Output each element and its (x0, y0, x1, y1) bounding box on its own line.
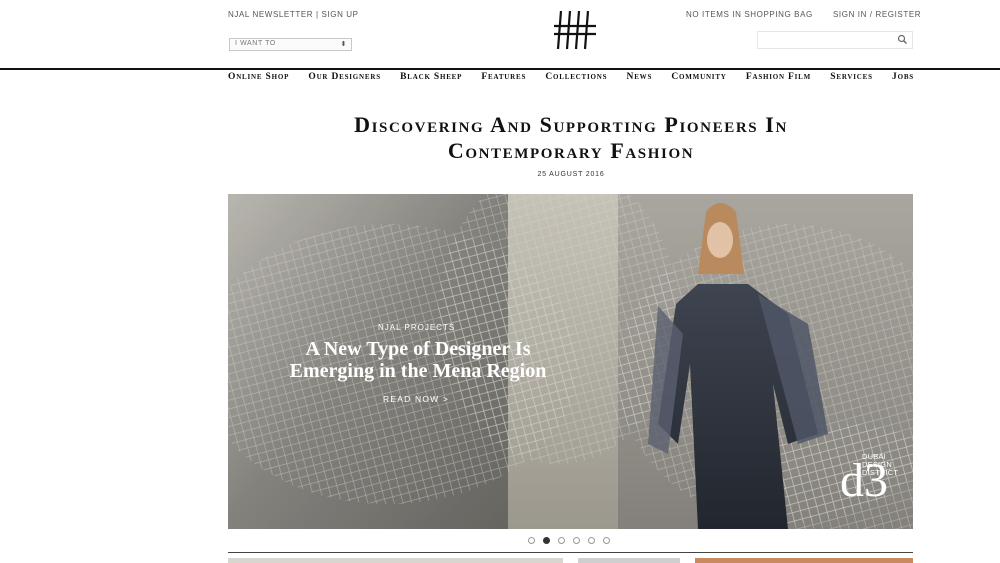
carousel-pagination (528, 537, 610, 544)
page-date: 25 AUGUST 2016 (537, 171, 605, 178)
hero-kicker: NJAL PROJECTS (378, 323, 456, 332)
d3-words: DUBAI DESIGN DISTRICT (862, 453, 898, 477)
signin-register-link[interactable]: SIGN IN / REGISTER (833, 10, 921, 19)
thumbnail-strip-2[interactable] (578, 558, 680, 563)
page-title-line-2: Contemporary Fashion (447, 138, 695, 163)
read-now-link[interactable]: READ NOW > (228, 394, 449, 404)
logo-icon[interactable] (552, 9, 598, 51)
i-want-to-select[interactable]: I WANT TO ⬍ (229, 38, 352, 51)
nav-fashion-film[interactable]: Fashion Film (746, 72, 811, 82)
nav-community[interactable]: Community (671, 72, 726, 82)
search-input[interactable] (757, 31, 913, 49)
hero-slide[interactable]: NJAL PROJECTS A New Type of Designer Is … (228, 194, 913, 529)
hero-title-line-2: Emerging in the Mena Region (289, 360, 547, 382)
carousel-dot[interactable] (558, 537, 565, 544)
nav-collections[interactable]: Collections (545, 72, 607, 82)
select-value: I WANT TO (235, 40, 276, 47)
hero-title-line-1: A New Type of Designer Is (305, 338, 531, 360)
thumbnail-strip-3[interactable] (695, 558, 913, 563)
carousel-dot[interactable] (528, 537, 535, 544)
carousel-dot[interactable] (603, 537, 610, 544)
nav-online-shop[interactable]: Online Shop (228, 72, 289, 82)
carousel-dot[interactable] (588, 537, 595, 544)
nav-our-designers[interactable]: Our Designers (308, 72, 381, 82)
nav-black-sheep[interactable]: Black Sheep (400, 72, 462, 82)
newsletter-link[interactable]: NJAL NEWSLETTER | SIGN UP (228, 10, 359, 19)
select-arrows-icon: ⬍ (340, 41, 347, 48)
section-divider (228, 552, 913, 553)
nav-news[interactable]: News (627, 72, 653, 82)
main-nav: Online Shop Our Designers Black Sheep Fe… (228, 72, 914, 82)
page-title-line-1: Discovering And Supporting Pioneers In (354, 112, 788, 137)
nav-features[interactable]: Features (481, 72, 526, 82)
shopping-bag-status[interactable]: NO ITEMS IN SHOPPING BAG (686, 10, 813, 19)
search-icon[interactable] (897, 34, 908, 45)
d3-word-3: DISTRICT (862, 468, 899, 477)
nav-jobs[interactable]: Jobs (892, 72, 914, 82)
carousel-dot[interactable] (573, 537, 580, 544)
carousel-dot-active[interactable] (543, 537, 550, 544)
header-divider (0, 68, 1000, 70)
thumbnail-strip-1[interactable] (228, 558, 563, 563)
hero-story-title[interactable]: A New Type of Designer Is Emerging in th… (268, 338, 568, 382)
nav-services[interactable]: Services (830, 72, 873, 82)
page-title: Discovering And Supporting Pioneers In C… (228, 112, 914, 164)
dubai-design-district-logo: d3 DUBAI DESIGN DISTRICT (840, 453, 910, 519)
